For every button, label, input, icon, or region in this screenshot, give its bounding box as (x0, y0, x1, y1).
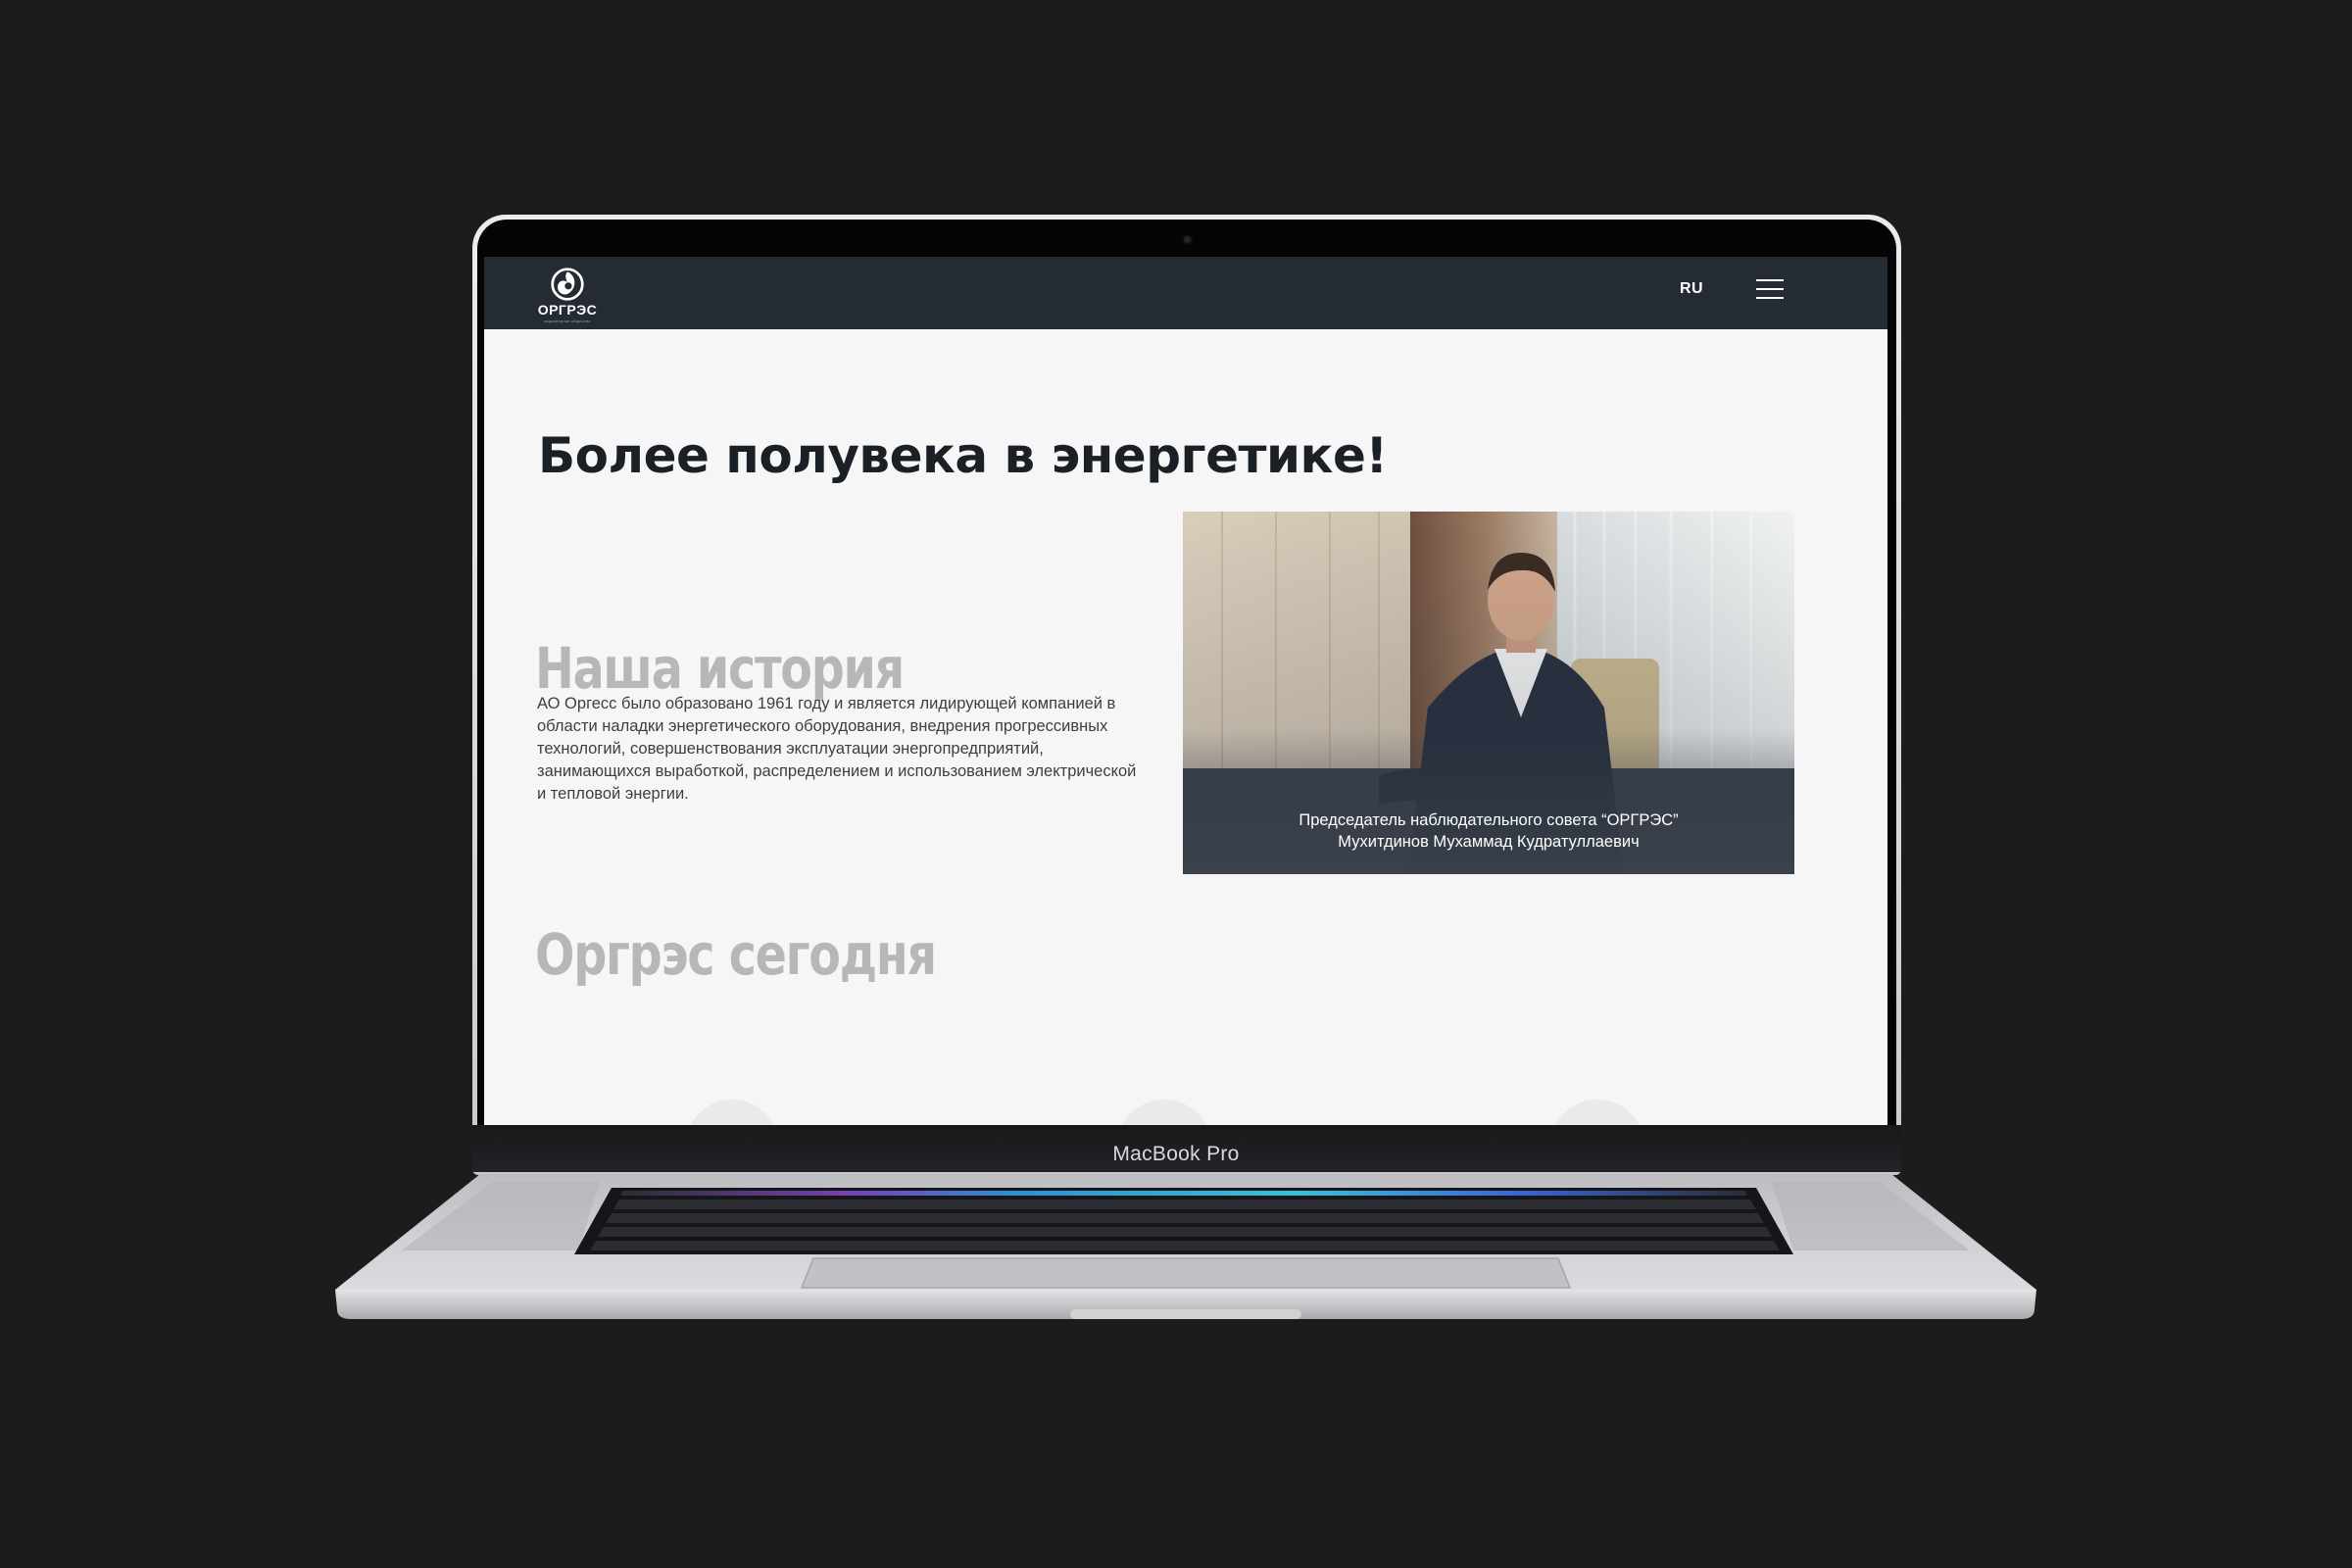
website-screen: ОРГРЭС акционерное общество RU Более пол… (484, 257, 1887, 1125)
logo-name: ОРГРЭС (537, 302, 598, 318)
device-label: MacBook Pro (1112, 1143, 1240, 1165)
today-heading: Оргрэс сегодня (535, 921, 937, 989)
chairman-video[interactable]: Председатель наблюдательного совета “ОРГ… (1183, 512, 1794, 874)
history-text: АО Оргесс было образовано 1961 году и яв… (537, 694, 1137, 803)
mockup-stage: ОРГРЭС акционерное общество RU Более пол… (0, 0, 2352, 1568)
icon-placeholder (685, 1100, 779, 1125)
caption-position: Председатель наблюдательного совета “ОРГ… (1298, 811, 1679, 829)
hamburger-menu-icon[interactable] (1756, 279, 1784, 301)
caption-person-name: Мухитдинов Мухаммад Кудратуллаевич (1338, 833, 1640, 851)
logo-subtitle: акционерное общество (544, 318, 591, 323)
icon-placeholder (1117, 1100, 1211, 1125)
camera-icon (1184, 236, 1191, 243)
icon-placeholder (1550, 1100, 1644, 1125)
page-title: Более полувека в энергетике! (538, 426, 1388, 484)
language-switcher[interactable]: RU (1680, 280, 1703, 298)
site-logo[interactable]: ОРГРЭС акционерное общество (533, 267, 602, 323)
logo-mark-icon (551, 268, 584, 301)
video-caption: Председатель наблюдательного совета “ОРГ… (1183, 809, 1794, 853)
site-header: ОРГРЭС акционерное общество RU (484, 257, 1887, 329)
laptop-base (335, 1174, 2036, 1319)
